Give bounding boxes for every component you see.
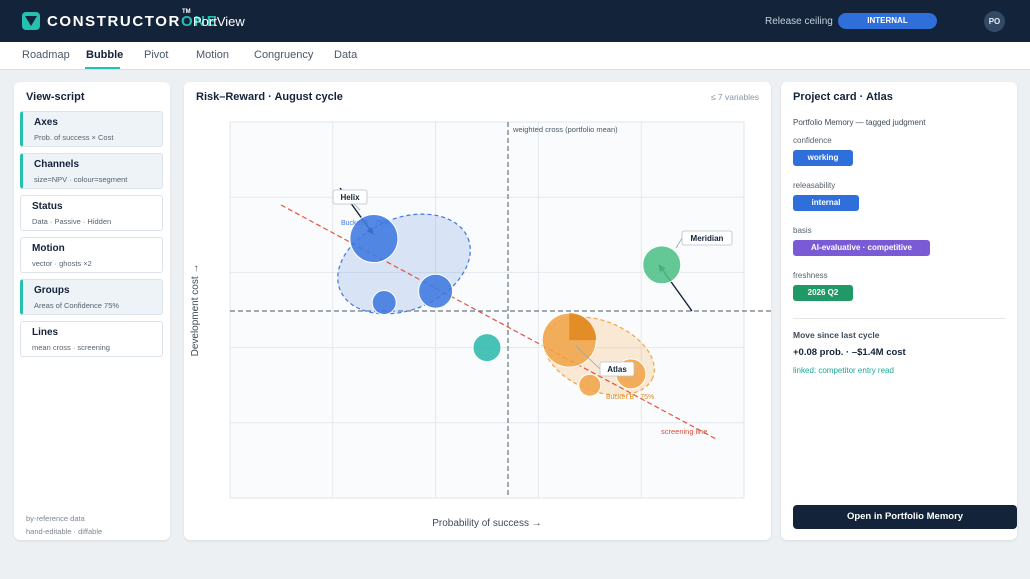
move-value: +0.08 prob. · –$1.4M cost bbox=[793, 347, 906, 358]
script-item-subtitle: Prob. of success × Cost bbox=[34, 133, 114, 142]
user-avatar[interactable]: PO bbox=[984, 11, 1005, 32]
releasability-chip[interactable]: internal bbox=[793, 195, 859, 211]
bubble-meridian[interactable] bbox=[642, 245, 682, 285]
divider bbox=[793, 318, 1005, 319]
confidence-label: confidence bbox=[793, 136, 832, 145]
bubble[interactable] bbox=[472, 333, 502, 363]
brand-trademark: TM bbox=[182, 9, 191, 15]
mean-cross-label: weighted cross (portfolio mean) bbox=[512, 125, 618, 134]
bucket-a-label: Bucket A · 75% bbox=[341, 220, 388, 227]
active-tab-indicator bbox=[85, 67, 120, 69]
script-item-lines[interactable]: Lines mean cross · screening bbox=[20, 321, 163, 357]
footer-note-editing: hand-editable · diffable bbox=[26, 527, 103, 536]
script-item-channels[interactable]: Channels size=NPV · colour=segment bbox=[20, 153, 163, 189]
bucket-b-label: Bucket B · 75% bbox=[606, 394, 654, 401]
top-bar: CONSTRUCTORONE TM PortView Release ceili… bbox=[0, 0, 1030, 42]
bubble[interactable] bbox=[418, 273, 454, 309]
bubble[interactable] bbox=[578, 373, 602, 397]
x-axis-label: Probability of success → bbox=[432, 518, 542, 529]
basis-label: basis bbox=[793, 226, 812, 235]
callout-label-atlas: Atlas bbox=[607, 365, 627, 374]
script-item-title: Channels bbox=[34, 159, 80, 170]
script-item-subtitle: Areas of Confidence 75% bbox=[34, 301, 120, 310]
script-item-title: Axes bbox=[34, 117, 58, 128]
chart-panel: Helix Meridian Atlas weighted cross (portf… bbox=[184, 82, 771, 540]
script-item-subtitle: Data · Passive · Hidden bbox=[32, 217, 112, 226]
callout-label-helix: Helix bbox=[340, 193, 360, 202]
project-card-title: Project card · Atlas bbox=[793, 91, 893, 103]
script-item-subtitle: size=NPV · colour=segment bbox=[34, 175, 128, 184]
freshness-chip[interactable]: 2026 Q2 bbox=[793, 285, 853, 301]
script-item-subtitle: vector · ghosts ×2 bbox=[32, 259, 92, 268]
footer-note-data: by-reference data bbox=[26, 514, 85, 523]
screening-line-label: screening line bbox=[661, 427, 707, 436]
memory-heading: Portfolio Memory — tagged judgment bbox=[793, 118, 926, 127]
bubble[interactable] bbox=[371, 289, 397, 315]
y-axis-label: Development cost → bbox=[190, 264, 201, 357]
variable-limit-note: ≤ 7 variables bbox=[710, 92, 759, 102]
tab-data[interactable]: Data bbox=[334, 49, 357, 61]
confidence-chip[interactable]: working bbox=[793, 150, 853, 166]
script-item-groups[interactable]: Groups Areas of Confidence 75% bbox=[20, 279, 163, 315]
callout-label-meridian: Meridian bbox=[691, 234, 724, 243]
release-ceiling-label: Release ceiling bbox=[765, 16, 833, 27]
script-item-title: Motion bbox=[32, 243, 65, 254]
script-item-subtitle: mean cross · screening bbox=[32, 343, 110, 352]
move-title: Move since last cycle bbox=[793, 330, 880, 340]
tab-bubble[interactable]: Bubble bbox=[86, 49, 123, 61]
release-ceiling-selector[interactable]: INTERNAL bbox=[838, 13, 937, 29]
view-script-title: View-script bbox=[26, 91, 85, 103]
view-tabs: Roadmap Bubble Pivot Motion Congruency D… bbox=[0, 42, 1030, 70]
script-item-title: Groups bbox=[34, 285, 70, 296]
linked-evidence-link[interactable]: linked: competitor entry read bbox=[793, 366, 894, 375]
tab-roadmap[interactable]: Roadmap bbox=[22, 49, 70, 61]
basis-chip[interactable]: AI-evaluative · competitive bbox=[793, 240, 930, 256]
bubble-chart: Helix Meridian Atlas weighted cross (portf… bbox=[190, 121, 771, 529]
tab-motion[interactable]: Motion bbox=[196, 49, 229, 61]
releasability-label: releasability bbox=[793, 181, 836, 190]
script-item-motion[interactable]: Motion vector · ghosts ×2 bbox=[20, 237, 163, 273]
brand-main: CONSTRUCTOR bbox=[47, 13, 181, 30]
tab-congruency[interactable]: Congruency bbox=[254, 49, 313, 61]
freshness-label: freshness bbox=[793, 271, 828, 280]
open-in-portfolio-memory-button[interactable]: Open in Portfolio Memory bbox=[793, 505, 1017, 529]
project-card-panel: Project card · Atlas Portfolio Memory — … bbox=[781, 82, 1017, 540]
script-item-axes[interactable]: Axes Prob. of success × Cost bbox=[20, 111, 163, 147]
script-item-status[interactable]: Status Data · Passive · Hidden bbox=[20, 195, 163, 231]
script-item-title: Lines bbox=[32, 327, 59, 338]
tab-pivot[interactable]: Pivot bbox=[144, 49, 168, 61]
view-script-panel: View-script Axes Prob. of success × Cost… bbox=[14, 82, 170, 540]
chart-title: Risk–Reward · August cycle bbox=[196, 91, 343, 103]
plot-area bbox=[229, 121, 745, 499]
logo-icon bbox=[22, 12, 40, 30]
script-item-title: Status bbox=[32, 201, 63, 212]
product-name: PortView bbox=[193, 14, 245, 29]
